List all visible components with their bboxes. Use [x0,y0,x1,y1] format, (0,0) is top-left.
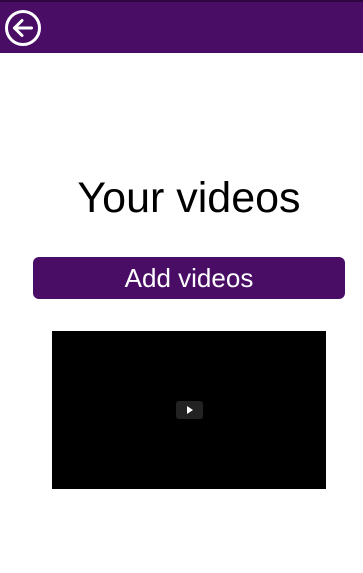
arrow-left-circle-icon [5,10,41,46]
add-videos-button[interactable]: Add videos [33,257,345,299]
top-bar [0,0,363,53]
app-screen: Your videos Add videos [0,0,363,573]
page-title: Your videos [77,174,301,222]
play-button[interactable] [176,401,203,419]
video-player[interactable] [52,331,326,489]
back-button[interactable] [4,9,42,47]
play-icon [187,406,193,414]
